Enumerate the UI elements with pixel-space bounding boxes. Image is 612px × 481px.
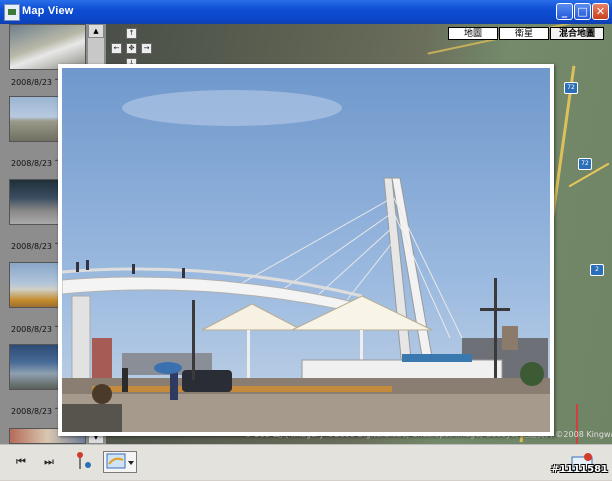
close-button[interactable]: ✕ bbox=[592, 3, 609, 20]
pan-left-icon[interactable]: ← bbox=[111, 43, 122, 54]
map-type-satellite-button[interactable]: 衛星 bbox=[499, 27, 549, 40]
photo-popup[interactable] bbox=[58, 64, 554, 436]
maximize-button[interactable]: □ bbox=[574, 3, 591, 20]
map-pin-icon[interactable] bbox=[72, 451, 98, 473]
photo-image bbox=[62, 68, 550, 432]
map-menu-button[interactable] bbox=[103, 451, 137, 473]
bottom-toolbar: ⏮ ⏭ bbox=[0, 444, 612, 480]
map-type-hybrid-button[interactable]: 混合地圖 bbox=[550, 27, 604, 40]
maximize-icon: □ bbox=[577, 5, 588, 18]
pan-up-icon[interactable]: ↑ bbox=[126, 28, 137, 39]
route-shield: 2 bbox=[590, 264, 604, 276]
window-title: Map View bbox=[22, 5, 74, 17]
skip-to-first-icon[interactable]: ⏮ bbox=[8, 451, 34, 473]
skip-to-next-icon[interactable]: ⏭ bbox=[36, 451, 62, 473]
map-type-map-button[interactable]: 地圖 bbox=[448, 27, 498, 40]
pan-right-icon[interactable]: → bbox=[141, 43, 152, 54]
minimize-button[interactable]: _ bbox=[556, 3, 573, 20]
close-icon: ✕ bbox=[595, 5, 606, 18]
watermark: #1111581 bbox=[550, 464, 608, 475]
app-icon bbox=[4, 4, 20, 21]
minimize-icon: _ bbox=[561, 5, 568, 18]
map-menu-icon bbox=[106, 453, 134, 469]
bridge-photo bbox=[62, 68, 550, 432]
route-shield: 72 bbox=[564, 82, 578, 94]
title-bar[interactable]: Map View _ □ ✕ bbox=[0, 0, 612, 24]
route-shield: 72 bbox=[578, 158, 592, 170]
scroll-up-icon[interactable]: ▲ bbox=[88, 24, 104, 38]
map-pin-icon-graphic bbox=[77, 452, 91, 469]
pan-center-icon[interactable]: ✥ bbox=[126, 43, 137, 54]
